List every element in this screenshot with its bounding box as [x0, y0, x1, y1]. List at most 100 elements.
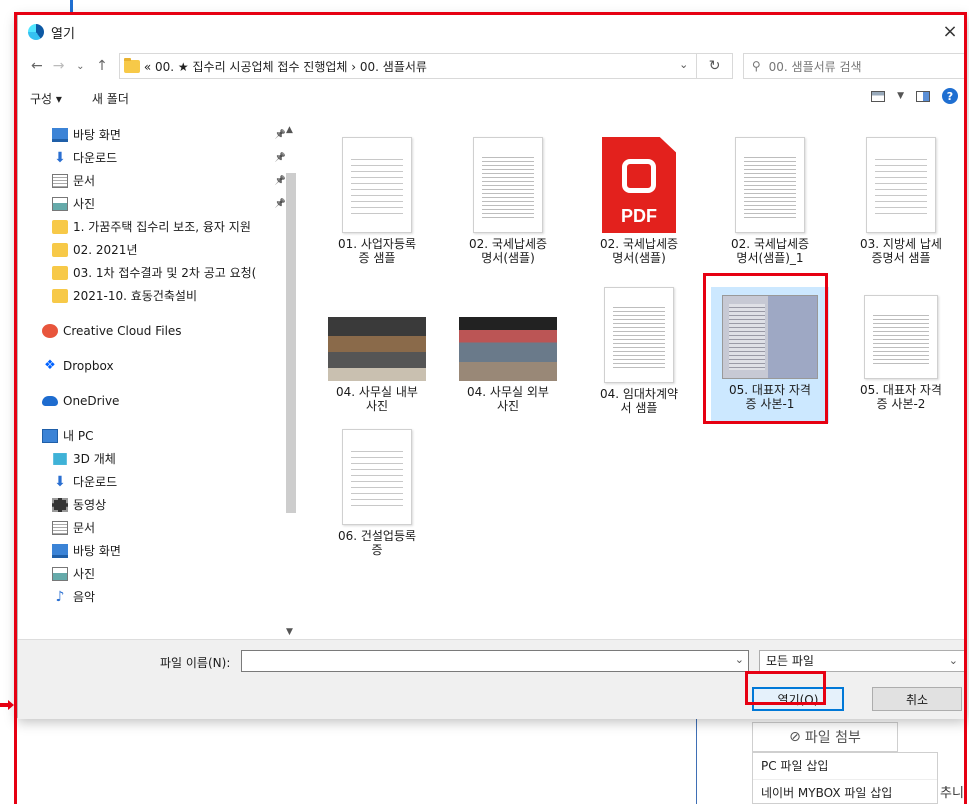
file-item[interactable]: 04. 사무실 외부 사진: [449, 287, 567, 423]
nav-item[interactable]: 바탕 화면 📌: [18, 123, 300, 146]
address-path: « 00. ★ 집수리 시공업체 접수 진행업체 › 00. 샘플서류: [143, 59, 427, 74]
file-item[interactable]: 06. 건설업등록 증: [318, 429, 436, 565]
file-name-line: 04. 사무실 내부: [336, 385, 418, 399]
nav-item[interactable]: 문서: [18, 516, 300, 539]
file-item[interactable]: PDF 02. 국세납세증 명서(샘플): [580, 137, 698, 273]
menu-item-pc-file[interactable]: PC 파일 삽입: [753, 753, 937, 779]
file-name-line: 05. 대표자 자격: [860, 383, 942, 397]
document-thumbnail: [864, 295, 938, 379]
pdf-logo-icon: [622, 159, 656, 193]
file-item[interactable]: 05. 대표자 자격 증 사본-1: [711, 287, 829, 423]
nav-item-label: 다운로드: [73, 475, 118, 489]
download-icon: ⬇: [54, 149, 66, 166]
close-icon[interactable]: ×: [938, 21, 962, 42]
file-name: 02. 국세납세증 명서(샘플)_1: [711, 237, 829, 265]
certificate-thumbnail: [722, 295, 818, 379]
open-file-dialog: 열기 × ← → ⌄ ↑ « 00. ★ 집수리 시공업체 접수 진행업체 › …: [17, 14, 967, 719]
search-icon: ⚲: [751, 59, 761, 73]
file-item[interactable]: 03. 지방세 납세 증명서 샘플: [842, 137, 960, 273]
nav-item[interactable]: Creative Cloud Files: [18, 319, 300, 342]
nav-item[interactable]: 02. 2021년: [18, 238, 300, 261]
folder-icon: [52, 242, 68, 257]
cube-icon: [53, 452, 67, 465]
cancel-button[interactable]: 취소: [872, 687, 962, 711]
file-name-line: 02. 국세납세증: [599, 237, 679, 251]
filetype-select[interactable]: 모든 파일 ⌄: [759, 650, 965, 672]
scroll-up-icon[interactable]: ▲: [286, 125, 293, 135]
nav-item[interactable]: 2021-10. 효동건축설비: [18, 284, 300, 307]
refresh-icon[interactable]: ↻: [697, 53, 733, 79]
organize-button[interactable]: 구성 ▾: [30, 90, 62, 107]
address-bar: ← → ⌄ ↑ « 00. ★ 집수리 시공업체 접수 진행업체 › 00. 샘…: [18, 49, 967, 83]
nav-item[interactable]: 바탕 화면: [18, 539, 300, 562]
file-name-line: 사진: [365, 399, 389, 413]
scroll-thumb[interactable]: [286, 173, 296, 513]
nav-item[interactable]: ❖ Dropbox: [18, 354, 300, 377]
file-name-line: 01. 사업자등록: [337, 237, 417, 251]
scroll-down-icon[interactable]: ▼: [286, 627, 293, 637]
picture-icon: [52, 566, 68, 581]
file-item[interactable]: 04. 임대차계약 서 샘플: [580, 287, 698, 423]
background-accent-tick: [70, 0, 73, 12]
annotation-arrow-icon: [0, 700, 14, 710]
nav-item[interactable]: 사진 📌: [18, 192, 300, 215]
dialog-footer: 파일 이름(N): ⌄ 모든 파일 ⌄ 열기(O) 취소: [18, 639, 966, 719]
file-item[interactable]: 04. 사무실 내부 사진: [318, 287, 436, 423]
file-item[interactable]: 01. 사업자등록 증 샘플: [318, 137, 436, 273]
nav-item[interactable]: ⬇ 다운로드 📌: [18, 146, 300, 169]
nav-item-label: 문서: [73, 521, 96, 535]
dialog-title: 열기: [51, 26, 75, 42]
pdf-file-icon: PDF: [602, 137, 676, 233]
nav-item[interactable]: ♪ 음악: [18, 585, 300, 608]
up-arrow-icon[interactable]: ↑: [91, 58, 113, 74]
filename-history-chevron-icon[interactable]: ⌄: [735, 653, 744, 666]
address-path-box[interactable]: « 00. ★ 집수리 시공업체 접수 진행업체 › 00. 샘플서류 ⌄: [118, 53, 698, 79]
help-icon[interactable]: ?: [942, 88, 958, 104]
open-button[interactable]: 열기(O): [752, 687, 844, 711]
document-thumbnail: [604, 287, 674, 383]
folder-icon: [52, 288, 68, 303]
nav-item-label: 바탕 화면: [73, 128, 121, 142]
nav-item-label: 3D 개체: [73, 452, 116, 466]
file-name: 04. 사무실 내부 사진: [318, 385, 436, 413]
search-input[interactable]: ⚲ 00. 샘플서류 검색: [742, 53, 967, 79]
photo-thumbnail: [328, 317, 426, 381]
recent-locations-chevron-icon[interactable]: ⌄: [69, 61, 91, 72]
new-folder-button[interactable]: 새 폴더: [92, 90, 129, 107]
forward-arrow-icon[interactable]: →: [48, 58, 70, 74]
music-icon: ♪: [55, 588, 65, 605]
nav-item-label: 사진: [73, 567, 96, 581]
chevron-down-icon[interactable]: ⌄: [679, 58, 688, 71]
creative-cloud-icon: [42, 323, 58, 338]
file-item[interactable]: 02. 국세납세증 명서(샘플): [449, 137, 567, 273]
file-name: 02. 국세납세증 명서(샘플): [449, 237, 567, 265]
file-item[interactable]: 02. 국세납세증 명서(샘플)_1: [711, 137, 829, 273]
nav-item[interactable]: ⬇ 다운로드: [18, 470, 300, 493]
nav-item[interactable]: OneDrive: [18, 389, 300, 412]
pc-icon: [42, 428, 58, 443]
file-name-line: 02. 국세납세증: [730, 237, 810, 251]
attach-menu: PC 파일 삽입 네이버 MYBOX 파일 삽입: [752, 752, 938, 804]
back-arrow-icon[interactable]: ←: [26, 58, 48, 74]
view-options-chevron-icon[interactable]: ▼: [897, 91, 904, 101]
file-name-line: 증명서 샘플: [871, 251, 931, 265]
nav-item[interactable]: 문서 📌: [18, 169, 300, 192]
nav-item[interactable]: 1. 가꿈주택 집수리 보조, 융자 지원: [18, 215, 300, 238]
file-item[interactable]: 05. 대표자 자격 증 사본-2: [842, 287, 960, 423]
document-thumbnail: [735, 137, 805, 233]
nav-item[interactable]: 3D 개체: [18, 447, 300, 470]
filename-input[interactable]: ⌄: [241, 650, 749, 672]
attach-file-button[interactable]: ⊘ 파일 첨부: [752, 722, 898, 752]
background-side-text: 추니: [940, 786, 964, 801]
nav-item[interactable]: 내 PC: [18, 424, 300, 447]
nav-item[interactable]: 사진: [18, 562, 300, 585]
folder-icon: [123, 57, 140, 73]
nav-item[interactable]: 동영상: [18, 493, 300, 516]
preview-pane-icon[interactable]: [916, 90, 930, 102]
nav-item[interactable]: 03. 1차 접수결과 및 2차 공고 요청(: [18, 261, 300, 284]
file-name-line: 06. 건설업등록: [337, 529, 417, 543]
change-view-icon[interactable]: [871, 90, 886, 102]
menu-item-mybox-file[interactable]: 네이버 MYBOX 파일 삽입: [753, 779, 937, 804]
file-name: 06. 건설업등록 증: [318, 529, 436, 557]
navigation-scrollbar[interactable]: ▲ ▼: [282, 123, 299, 639]
